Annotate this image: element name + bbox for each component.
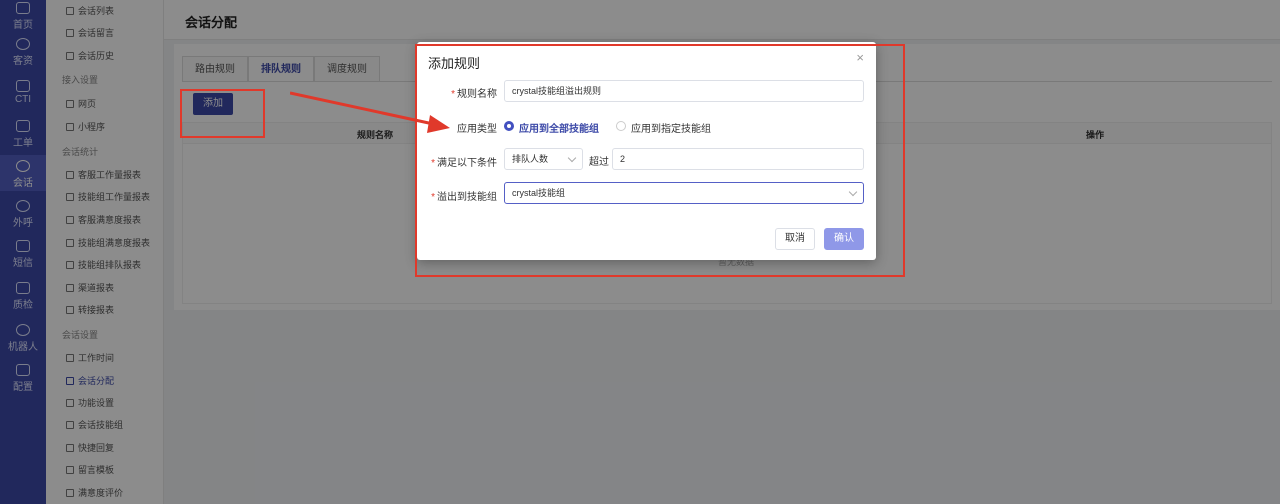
annotation-arrow-icon <box>290 91 450 133</box>
annotation-box-dialog <box>415 44 905 277</box>
annotation-box-add <box>180 89 265 138</box>
